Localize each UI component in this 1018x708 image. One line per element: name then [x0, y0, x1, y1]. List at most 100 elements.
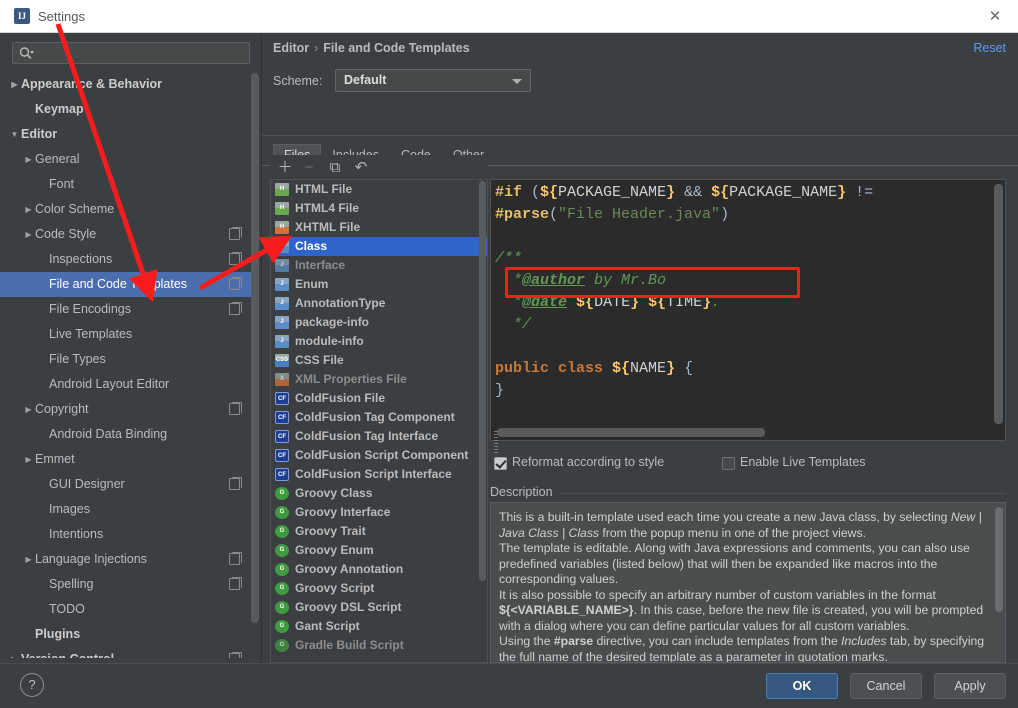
chevron-right-icon[interactable]: ▶: [22, 447, 35, 472]
checkbox-reformat-according-to-style[interactable]: [494, 457, 507, 470]
list-item[interactable]: G Gradle Build Script: [271, 636, 487, 655]
reset-link[interactable]: Reset: [973, 41, 1006, 55]
sidebar-item-plugins[interactable]: Plugins: [0, 622, 252, 647]
sidebar-item-images[interactable]: Images: [0, 497, 252, 522]
editor-vertical-scrollbar[interactable]: [994, 184, 1003, 424]
list-item[interactable]: CF ColdFusion Tag Interface: [271, 427, 487, 446]
list-item[interactable]: G Groovy Enum: [271, 541, 487, 560]
settings-sidebar: ▶ Appearance & Behavior Keymap ▼ Editor ▶ Gene…: [0, 33, 262, 663]
copy-settings-icon[interactable]: [229, 252, 242, 265]
sidebar-item-copyright[interactable]: ▶ Copyright: [0, 397, 252, 422]
copy-template-button[interactable]: ⧉: [324, 157, 346, 177]
sidebar-scrollbar[interactable]: [251, 73, 259, 655]
java-file-icon: J: [275, 335, 289, 348]
list-item[interactable]: Jpackage-info: [271, 313, 487, 332]
list-item[interactable]: G Groovy Class: [271, 484, 487, 503]
sidebar-item-appearance-behavior[interactable]: ▶ Appearance & Behavior: [0, 72, 252, 97]
copy-settings-icon[interactable]: [229, 477, 242, 490]
sidebar-item-language-injections[interactable]: ▶ Language Injections: [0, 547, 252, 572]
breadcrumb-parent[interactable]: Editor: [273, 41, 309, 55]
sidebar-item-spelling[interactable]: Spelling: [0, 572, 252, 597]
list-item[interactable]: H HTML4 File: [271, 199, 487, 218]
list-item[interactable]: G Groovy Annotation: [271, 560, 487, 579]
help-icon[interactable]: ?: [20, 673, 44, 697]
sidebar-item-android-data-binding[interactable]: Android Data Binding: [0, 422, 252, 447]
sidebar-item-live-templates[interactable]: Live Templates: [0, 322, 252, 347]
sidebar-item-color-scheme[interactable]: ▶ Color Scheme: [0, 197, 252, 222]
copy-settings-icon[interactable]: [229, 227, 242, 240]
chevron-down-icon[interactable]: ▼: [8, 122, 21, 147]
checkbox-label[interactable]: Enable Live Templates: [740, 455, 866, 469]
description-scrollbar-thumb[interactable]: [995, 507, 1003, 612]
copy-settings-icon[interactable]: [229, 552, 242, 565]
list-item[interactable]: CSS CSS File: [271, 351, 487, 370]
templates-scrollbar-thumb[interactable]: [479, 181, 486, 581]
apply-button[interactable]: Apply: [934, 673, 1006, 699]
list-item[interactable]: G Gant Script: [271, 617, 487, 636]
sidebar-item-todo[interactable]: TODO: [0, 597, 252, 622]
list-item[interactable]: X XML Properties File: [271, 370, 487, 389]
scheme-select[interactable]: Default: [335, 69, 531, 92]
chevron-right-icon[interactable]: ▶: [8, 72, 21, 97]
copy-settings-icon[interactable]: [229, 277, 242, 290]
chevron-right-icon[interactable]: ▶: [8, 647, 21, 658]
sidebar-item-gui-designer[interactable]: GUI Designer: [0, 472, 252, 497]
sidebar-item-label: Android Layout Editor: [49, 377, 170, 392]
list-item[interactable]: CF ColdFusion File: [271, 389, 487, 408]
list-item[interactable]: J Enum: [271, 275, 487, 294]
sidebar-item-font[interactable]: Font: [0, 172, 252, 197]
ok-button[interactable]: OK: [766, 673, 838, 699]
sidebar-item-inspections[interactable]: Inspections: [0, 247, 252, 272]
code-token: @date: [522, 294, 568, 311]
sidebar-item-file-types[interactable]: File Types: [0, 347, 252, 372]
copy-settings-icon[interactable]: [229, 652, 242, 658]
copy-settings-icon[interactable]: [229, 402, 242, 415]
list-item[interactable]: G Groovy Trait: [271, 522, 487, 541]
search-input[interactable]: [39, 43, 244, 63]
sidebar-item-keymap[interactable]: Keymap: [0, 97, 252, 122]
sidebar-item-code-style[interactable]: ▶ Code Style: [0, 222, 252, 247]
chevron-right-icon[interactable]: ▶: [22, 197, 35, 222]
editor-resize-grip[interactable]: [494, 431, 498, 453]
list-item[interactable]: CF ColdFusion Script Interface: [271, 465, 487, 484]
checkbox-label[interactable]: Reformat according to style: [512, 455, 664, 469]
add-template-button[interactable]: ＋: [274, 157, 296, 177]
list-item[interactable]: CF ColdFusion Script Component: [271, 446, 487, 465]
list-item[interactable]: J AnnotationType: [271, 294, 487, 313]
list-item[interactable]: CF ColdFusion Tag Component: [271, 408, 487, 427]
editor-horizontal-scrollbar[interactable]: [497, 428, 765, 437]
sidebar-item-android-layout-editor[interactable]: Android Layout Editor: [0, 372, 252, 397]
sidebar-item-version-control[interactable]: ▶Version Control: [0, 647, 252, 658]
templates-list[interactable]: H HTML File H HTML4 File H XHTML File J Class J I…: [270, 179, 488, 663]
list-item[interactable]: J Interface: [271, 256, 487, 275]
list-item[interactable]: G Groovy Script: [271, 579, 487, 598]
sidebar-item-file-encodings[interactable]: File Encodings: [0, 297, 252, 322]
list-item[interactable]: H HTML File: [271, 180, 487, 199]
copy-settings-icon[interactable]: [229, 577, 242, 590]
search-box[interactable]: [12, 42, 250, 64]
cancel-button[interactable]: Cancel: [850, 673, 922, 699]
chevron-right-icon[interactable]: ▶: [22, 397, 35, 422]
list-item-label: CSS File: [295, 353, 344, 367]
description-box[interactable]: This is a built-in template used each ti…: [490, 502, 1006, 663]
sidebar-item-file-and-code-templates[interactable]: File and Code Templates: [0, 272, 252, 297]
template-code-editor[interactable]: #if (${PACKAGE_NAME} && ${PACKAGE_NAME} …: [490, 179, 1006, 441]
sidebar-scrollbar-thumb[interactable]: [251, 73, 259, 623]
list-item[interactable]: H XHTML File: [271, 218, 487, 237]
list-item[interactable]: G Groovy DSL Script: [271, 598, 487, 617]
sidebar-item-intentions[interactable]: Intentions: [0, 522, 252, 547]
copy-settings-icon[interactable]: [229, 302, 242, 315]
reset-template-button[interactable]: ↶: [350, 157, 372, 177]
list-item-label: AnnotationType: [295, 296, 386, 310]
list-item[interactable]: J Class: [271, 237, 487, 256]
sidebar-item-general[interactable]: ▶ General: [0, 147, 252, 172]
chevron-right-icon[interactable]: ▶: [22, 222, 35, 247]
list-item[interactable]: Jmodule-info: [271, 332, 487, 351]
chevron-right-icon[interactable]: ▶: [22, 547, 35, 572]
sidebar-item-editor[interactable]: ▼ Editor: [0, 122, 252, 147]
chevron-right-icon[interactable]: ▶: [22, 147, 35, 172]
sidebar-item-emmet[interactable]: ▶ Emmet: [0, 447, 252, 472]
close-icon[interactable]: ✕: [984, 7, 1006, 27]
list-item[interactable]: G Groovy Interface: [271, 503, 487, 522]
checkbox-enable-live-templates[interactable]: [722, 457, 735, 470]
